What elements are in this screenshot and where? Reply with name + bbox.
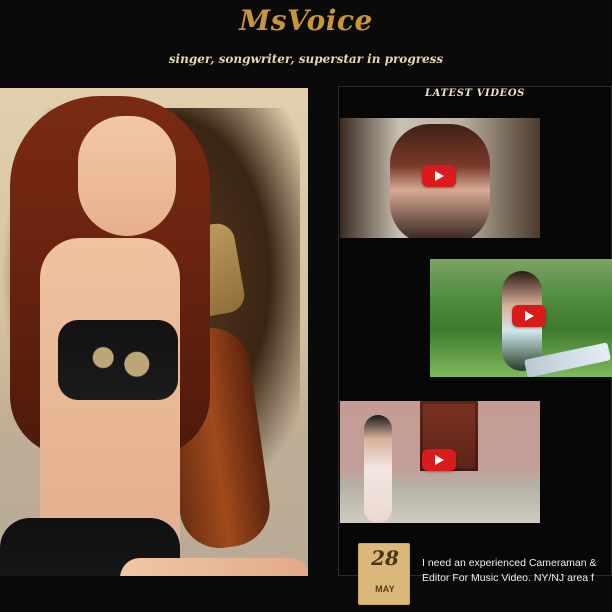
video-thumbnail-2[interactable]: [430, 259, 612, 377]
top-pattern: [78, 340, 162, 384]
hero-photo: [0, 88, 308, 576]
post-day: 28: [371, 546, 399, 570]
latest-videos-title: LATEST VIDEOS: [425, 88, 525, 99]
site-logo-title[interactable]: MsVoice: [0, 4, 612, 37]
play-icon[interactable]: [422, 449, 456, 471]
site-tagline: singer, songwriter, superstar in progres…: [168, 52, 444, 66]
face: [78, 116, 176, 236]
video-thumbnail-1[interactable]: [340, 118, 540, 238]
play-icon[interactable]: [422, 165, 456, 187]
post-month: MAY: [375, 584, 395, 594]
post-date-badge: 28 MAY: [358, 543, 410, 605]
post-excerpt-line-2: Editor For Music Video. NY/NJ area f: [422, 572, 594, 584]
post-excerpt-line-1: I need an experienced Cameraman &: [422, 557, 597, 569]
video-thumbnail-3[interactable]: [340, 401, 540, 523]
play-icon[interactable]: [512, 305, 546, 327]
thumbnail-3-subject: [364, 415, 392, 523]
legs: [120, 558, 308, 576]
post-excerpt[interactable]: I need an experienced Cameraman & Editor…: [422, 556, 612, 596]
